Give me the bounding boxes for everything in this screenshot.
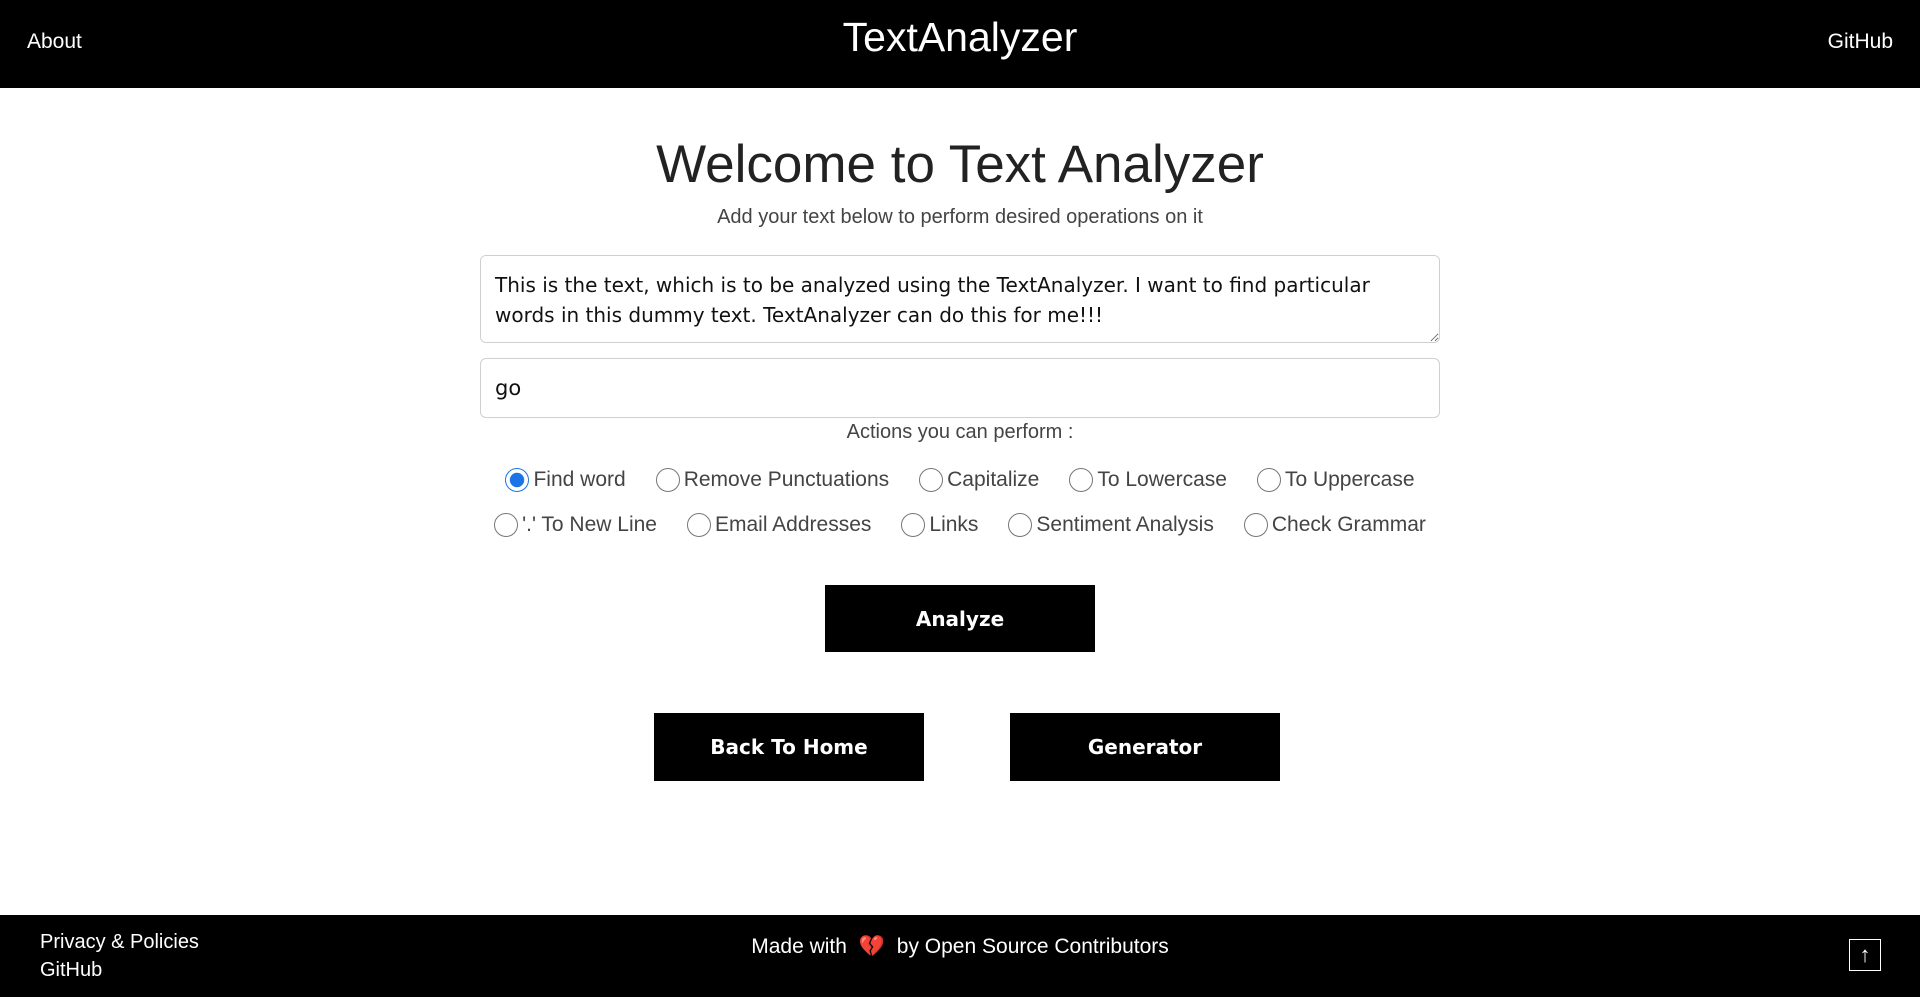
radio-to-uppercase[interactable]: [1256, 468, 1281, 492]
page: About TextAnalyzer GitHub Welcome to Tex…: [0, 0, 1920, 997]
option-label: Remove Punctuations: [683, 468, 890, 491]
option-label: '.' To New Line: [522, 513, 657, 536]
footer-github-link[interactable]: GitHub: [40, 959, 102, 982]
radio-capitalize[interactable]: [919, 468, 944, 492]
page-title: Welcome to Text Analyzer: [656, 135, 1264, 194]
options-row-2: '.' To New Line Email Addresses Links Se…: [480, 513, 1440, 537]
scroll-to-top-button[interactable]: ↑: [1849, 939, 1881, 971]
radio-to-lowercase[interactable]: [1069, 468, 1094, 492]
made-with-text: Made with 💔 by Open Source Contributors: [0, 935, 1920, 959]
github-link[interactable]: GitHub: [1828, 30, 1893, 54]
option-label: Email Addresses: [714, 513, 872, 536]
radio-sentiment-analysis[interactable]: [1008, 513, 1033, 537]
brand-title[interactable]: TextAnalyzer: [0, 14, 1920, 61]
radio-dot-to-new-line[interactable]: [494, 513, 519, 537]
made-suffix: by Open Source Contributors: [896, 935, 1169, 958]
option-capitalize[interactable]: Capitalize: [919, 468, 1039, 492]
radio-find-word[interactable]: [505, 468, 530, 492]
find-word-input[interactable]: [480, 358, 1440, 418]
footer: Privacy & Policies GitHub Made with 💔 by…: [0, 915, 1920, 997]
heart-icon: 💔: [858, 935, 885, 958]
text-input-area[interactable]: This is the text, which is to be analyze…: [480, 255, 1440, 343]
radio-email-addresses[interactable]: [686, 513, 711, 537]
option-sentiment-analysis[interactable]: Sentiment Analysis: [1008, 513, 1214, 537]
radio-remove-punctuations[interactable]: [655, 468, 680, 492]
radio-check-grammar[interactable]: [1243, 513, 1268, 537]
page-subtitle: Add your text below to perform desired o…: [717, 206, 1203, 228]
option-links[interactable]: Links: [901, 513, 978, 537]
analyze-button[interactable]: Analyze: [825, 585, 1095, 652]
option-remove-punctuations[interactable]: Remove Punctuations: [655, 468, 890, 492]
option-label: To Uppercase: [1284, 468, 1415, 491]
radio-links[interactable]: [901, 513, 926, 537]
option-label: To Lowercase: [1097, 468, 1227, 491]
options-row-1: Find word Remove Punctuations Capitalize…: [480, 468, 1440, 492]
option-email-addresses[interactable]: Email Addresses: [686, 513, 872, 537]
option-label: Capitalize: [947, 468, 1040, 491]
generator-button[interactable]: Generator: [1010, 713, 1280, 781]
option-find-word[interactable]: Find word: [505, 468, 626, 492]
back-to-home-button[interactable]: Back To Home: [654, 713, 924, 781]
option-to-uppercase[interactable]: To Uppercase: [1256, 468, 1415, 492]
option-label: Sentiment Analysis: [1036, 513, 1214, 536]
top-navbar: About TextAnalyzer GitHub: [0, 0, 1920, 88]
actions-title: Actions you can perform :: [846, 421, 1074, 443]
made-prefix: Made with: [751, 935, 847, 958]
option-dot-to-new-line[interactable]: '.' To New Line: [494, 513, 657, 537]
option-label: Find word: [533, 468, 626, 491]
option-to-lowercase[interactable]: To Lowercase: [1069, 468, 1227, 492]
option-label: Check Grammar: [1271, 513, 1426, 536]
option-check-grammar[interactable]: Check Grammar: [1243, 513, 1426, 537]
option-label: Links: [929, 513, 979, 536]
